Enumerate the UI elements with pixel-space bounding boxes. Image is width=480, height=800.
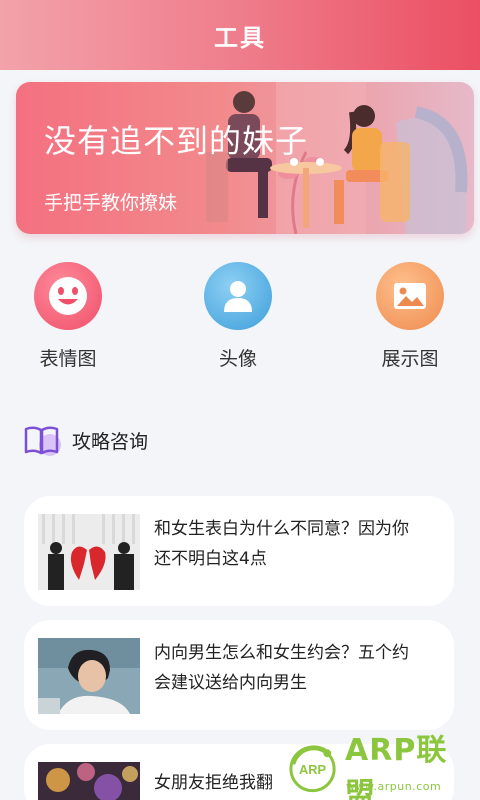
quick-action-label: 展示图	[381, 348, 439, 370]
article-thumbnail	[38, 762, 140, 800]
section-header: 攻略咨询	[22, 420, 148, 460]
quick-actions: 表情图 头像 展示图	[0, 262, 480, 382]
top-bar: 工具	[0, 0, 480, 70]
quick-action-emoji[interactable]: 表情图	[8, 262, 128, 371]
page-title: 工具	[214, 23, 266, 52]
picture-icon	[376, 262, 444, 330]
promo-banner[interactable]: 没有追不到的妹子 手把手教你撩妹	[16, 82, 474, 234]
quick-action-label: 表情图	[39, 348, 97, 370]
banner-title: 没有追不到的妹子	[44, 122, 309, 160]
watermark-url: www.arpun.com	[346, 780, 442, 793]
user-icon	[204, 262, 272, 330]
quick-action-avatar[interactable]: 头像	[178, 262, 298, 371]
arp-watermark: ARP ARP联盟 www.arpun.com	[286, 733, 476, 800]
smiley-icon	[34, 262, 102, 330]
banner-subtitle: 手把手教你撩妹	[44, 192, 178, 214]
article-thumbnail	[38, 638, 140, 714]
article-thumbnail	[38, 514, 140, 590]
arp-logo-icon: ARP	[289, 745, 336, 793]
section-title: 攻略咨询	[72, 430, 149, 453]
article-title: 和女生表白为什么不同意？因为你还不明白这4点	[154, 519, 409, 569]
quick-action-label: 头像	[218, 348, 257, 370]
arp-badge-text: ARP	[299, 762, 326, 777]
quick-action-showcase[interactable]: 展示图	[350, 262, 470, 371]
book-icon	[24, 426, 61, 456]
article-card[interactable]: 内向男生怎么和女生约会？五个约会建议送给内向男生	[24, 620, 454, 730]
article-card[interactable]: 和女生表白为什么不同意？因为你还不明白这4点	[24, 496, 454, 606]
article-title: 内向男生怎么和女生约会？五个约会建议送给内向男生	[154, 643, 409, 693]
